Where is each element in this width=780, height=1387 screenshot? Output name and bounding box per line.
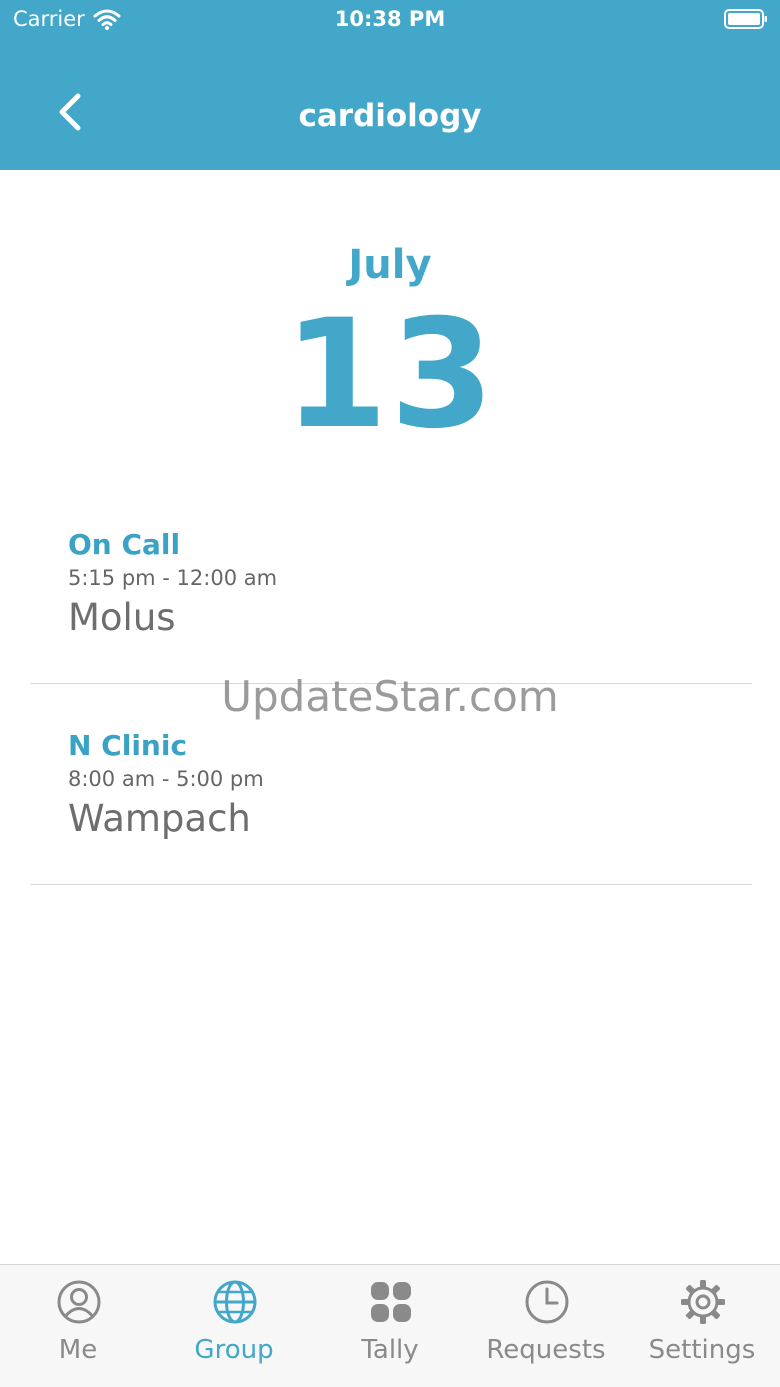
tab-me[interactable]: Me [0,1265,156,1387]
person-icon [57,1280,101,1324]
shift-item-on-call[interactable]: On Call 5:15 pm - 12:00 am Molus [30,528,752,684]
date-display: July 13 [0,240,780,450]
status-bar: Carrier 10:38 PM [0,0,780,40]
shift-person: Molus [68,596,176,639]
tab-tally[interactable]: Tally [312,1265,468,1387]
shift-hours: 5:15 pm - 12:00 am [68,566,278,590]
tab-label: Settings [648,1335,756,1365]
tab-label: Tally [361,1335,419,1365]
battery-icon [724,9,767,29]
gear-icon [681,1280,725,1324]
tab-bar: Me Group Tally Requests Settings [0,1264,780,1387]
tab-settings[interactable]: Settings [624,1265,780,1387]
shift-type: N Clinic [68,729,188,762]
grid-icon [371,1282,411,1322]
tab-label: Requests [486,1335,606,1365]
page-title: cardiology [298,98,482,134]
shift-type: On Call [68,528,181,561]
date-month: July [348,242,432,288]
globe-icon [213,1280,257,1324]
shift-hours: 8:00 am - 5:00 pm [68,767,264,791]
tab-group[interactable]: Group [156,1265,312,1387]
status-time: 10:38 PM [334,7,446,31]
clock-icon [525,1280,569,1324]
tab-label: Me [58,1335,98,1365]
nav-header: Carrier 10:38 PM cardiology [0,0,780,170]
shift-item-n-clinic[interactable]: N Clinic 8:00 am - 5:00 pm Wampach [30,729,752,885]
shift-person: Wampach [68,797,251,840]
tab-label: Group [194,1335,274,1365]
date-day: 13 [283,288,497,462]
tab-requests[interactable]: Requests [468,1265,624,1387]
